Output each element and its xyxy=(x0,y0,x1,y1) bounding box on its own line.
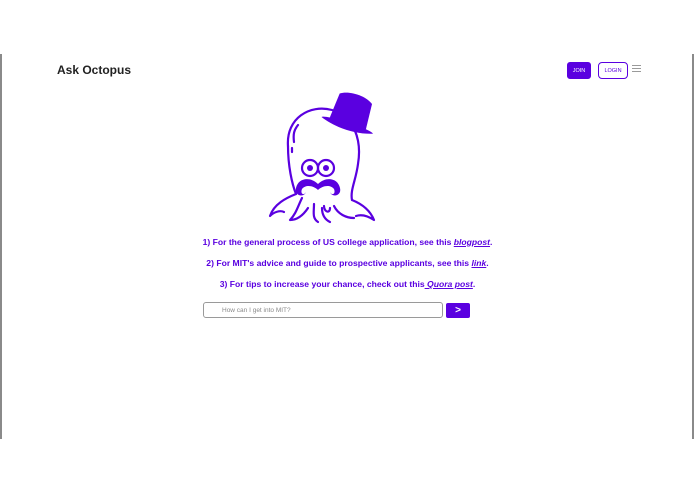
resource-suffix-2: . xyxy=(486,258,489,268)
resource-text-1: 1) For the general process of US college… xyxy=(202,237,454,247)
login-button[interactable]: LOGIN xyxy=(598,62,628,79)
resource-line-1: 1) For the general process of US college… xyxy=(0,237,695,247)
resource-text-3: 3) For tips to increase your chance, che… xyxy=(219,279,425,289)
octopus-mascot-icon xyxy=(268,92,376,224)
submit-question-button[interactable]: > xyxy=(446,303,470,318)
quora-post-link[interactable]: Quora post xyxy=(425,279,473,289)
join-button[interactable]: JOIN xyxy=(567,62,591,79)
resource-suffix-1: . xyxy=(490,237,493,247)
resource-line-2: 2) For MIT's advice and guide to prospec… xyxy=(0,258,695,268)
mit-advice-link[interactable]: link xyxy=(471,258,486,268)
resource-line-3: 3) For tips to increase your chance, che… xyxy=(0,279,695,289)
resource-suffix-3: . xyxy=(472,279,476,289)
question-search-input[interactable] xyxy=(203,302,443,318)
resource-text-2: 2) For MIT's advice and guide to prospec… xyxy=(206,258,472,268)
hamburger-menu-icon[interactable] xyxy=(632,65,641,72)
blogpost-link[interactable]: blogpost xyxy=(454,237,490,247)
brand-title: Ask Octopus xyxy=(57,63,132,77)
